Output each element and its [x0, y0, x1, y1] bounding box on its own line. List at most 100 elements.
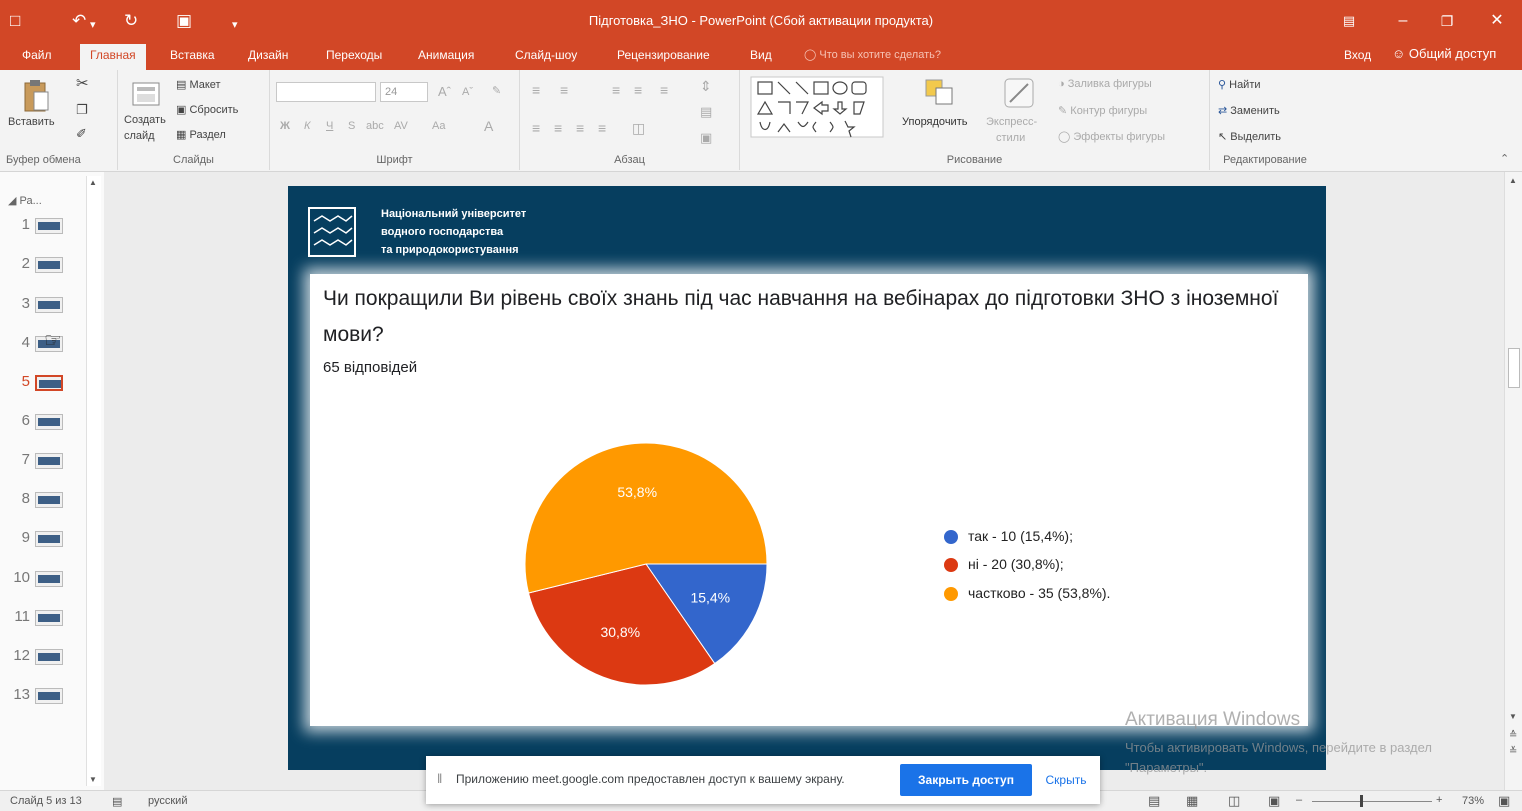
find-button[interactable]: ⚲ Найти — [1218, 78, 1261, 91]
bullets-icon[interactable]: ≡ — [532, 82, 540, 98]
tab-view[interactable]: Вид — [750, 48, 772, 62]
scroll-down-icon[interactable]: ▼ — [1509, 712, 1517, 721]
underline-icon[interactable]: Ч — [326, 120, 333, 132]
survey-card: Чи покращили Ви рівень своїх знань під ч… — [310, 274, 1308, 726]
strikethrough-icon[interactable]: abc — [366, 120, 384, 132]
scroll-up-icon[interactable]: ▲ — [1509, 176, 1517, 185]
zoom-level[interactable]: 73% — [1462, 795, 1484, 807]
language-indicator[interactable]: русский — [148, 795, 187, 807]
stop-sharing-button[interactable]: Закрыть доступ — [900, 764, 1032, 796]
decrease-indent-icon[interactable]: ≡ — [612, 82, 620, 98]
ribbon-display-icon[interactable]: ▤ — [1334, 10, 1364, 32]
shadow-icon[interactable]: S — [348, 120, 355, 132]
slide-thumbnail-11[interactable]: 11 — [10, 606, 70, 630]
slides-group: Создать слайд ▤ Макет ▣ Сбросить ▦ Разде… — [118, 70, 270, 170]
format-painter-icon[interactable]: ✐ — [76, 126, 87, 142]
align-left-icon[interactable]: ≡ — [532, 120, 540, 136]
share-button[interactable]: ☺ Общий доступ — [1392, 46, 1496, 61]
slide-thumbnail-7[interactable]: 7 — [10, 449, 70, 473]
font-size-combo[interactable]: 24 — [380, 82, 428, 102]
tab-design[interactable]: Дизайн — [248, 48, 288, 62]
smartart-icon[interactable]: ▣ — [700, 130, 712, 146]
slide-thumbnail-6[interactable]: 6 — [10, 410, 70, 434]
spacing-icon[interactable]: AV — [394, 120, 408, 132]
tab-home[interactable]: Главная — [80, 44, 146, 70]
numbering-icon[interactable]: ≡ — [560, 82, 568, 98]
restore-icon[interactable]: ❐ — [1432, 10, 1462, 32]
scroll-up-icon[interactable]: ▲ — [89, 178, 97, 187]
slide-thumbnail-1[interactable]: 1 — [10, 214, 70, 238]
slide-thumbnail-3[interactable]: 3 — [10, 293, 70, 317]
slide-sorter-icon[interactable]: ▦ — [1186, 793, 1198, 809]
zoom-slider[interactable] — [1312, 795, 1432, 807]
shrink-font-icon[interactable]: Aˇ — [462, 86, 473, 98]
tab-slideshow[interactable]: Слайд-шоу — [515, 48, 577, 62]
slide-thumbnail-5[interactable]: 5 — [10, 371, 70, 395]
slide[interactable]: Національний університет водного господа… — [288, 186, 1326, 770]
tab-file[interactable]: Файл — [22, 48, 52, 62]
editor-scrollbar[interactable]: ▲ ▼ ≙ ≚ — [1504, 172, 1522, 790]
scroll-thumb[interactable] — [1508, 348, 1520, 388]
font-name-combo[interactable] — [276, 82, 376, 102]
align-text-icon[interactable]: ▤ — [700, 104, 712, 120]
zoom-out-icon[interactable]: – — [1296, 794, 1302, 806]
align-right-icon[interactable]: ≡ — [576, 120, 584, 136]
section-header[interactable]: ◢ Ра... — [8, 194, 42, 207]
copy-icon[interactable]: ❐ — [76, 102, 88, 118]
slide-thumbnail-2[interactable]: 2 — [10, 253, 70, 277]
shapes-gallery[interactable] — [750, 76, 886, 138]
reading-view-icon[interactable]: ◫ — [1228, 793, 1240, 809]
shape-outline-button[interactable]: ✎ Контур фигуры — [1058, 104, 1147, 117]
normal-view-icon[interactable]: ▤ — [1148, 793, 1160, 809]
tab-transitions[interactable]: Переходы — [326, 48, 382, 62]
case-icon[interactable]: Aa — [432, 120, 445, 132]
font-group-label: Шрифт — [376, 154, 413, 166]
scroll-down-icon[interactable]: ▼ — [89, 775, 97, 784]
section-button[interactable]: ▦ Раздел — [176, 128, 226, 141]
align-center-icon[interactable]: ≡ — [554, 120, 562, 136]
slide-thumbnail-12[interactable]: 12 — [10, 645, 70, 669]
thumbnail-scrollbar[interactable]: ▲ ▼ — [86, 176, 101, 786]
bold-icon[interactable]: Ж — [280, 120, 290, 132]
slide-thumbnail-9[interactable]: 9 — [10, 527, 70, 551]
slide-thumbnail-13[interactable]: 13 — [10, 684, 70, 708]
tab-insert[interactable]: Вставка — [170, 48, 215, 62]
layout-button[interactable]: ▤ Макет — [176, 78, 221, 91]
slide-number: 1 — [21, 216, 30, 233]
hide-button[interactable]: Скрыть — [1038, 764, 1094, 796]
zoom-slider-thumb[interactable] — [1360, 795, 1363, 807]
minimize-icon[interactable]: – — [1388, 10, 1418, 32]
justify-icon[interactable]: ≡ — [598, 120, 606, 136]
select-button[interactable]: ↖ Выделить — [1218, 130, 1281, 143]
collapse-ribbon-icon[interactable]: ⌃ — [1500, 152, 1509, 165]
font-color-icon[interactable]: A — [484, 118, 493, 134]
line-spacing-icon[interactable]: ≡ — [660, 82, 668, 98]
close-icon[interactable]: ✕ — [1482, 10, 1512, 32]
grow-font-icon[interactable]: Aˆ — [438, 84, 451, 99]
clear-format-icon[interactable]: ✎ — [492, 84, 501, 97]
shape-effects-button[interactable]: ◯ Эффекты фигуры — [1058, 130, 1165, 143]
sign-in-link[interactable]: Вход — [1344, 48, 1371, 62]
spellcheck-icon[interactable]: ▤ — [112, 795, 122, 808]
slide-number: 7 — [21, 451, 30, 468]
next-slide-icon[interactable]: ≚ — [1509, 746, 1517, 757]
slide-thumbnail-8[interactable]: 8 — [10, 488, 70, 512]
zoom-in-icon[interactable]: + — [1436, 794, 1442, 806]
text-direction-icon[interactable]: ⇕ — [700, 78, 712, 95]
fit-to-window-icon[interactable]: ▣ — [1498, 793, 1510, 809]
columns-icon[interactable]: ◫ — [632, 120, 645, 137]
lightbulb-icon: ◯ — [804, 49, 817, 61]
replace-button[interactable]: ⇄ Заменить — [1218, 104, 1280, 117]
increase-indent-icon[interactable]: ≡ — [634, 82, 642, 98]
italic-icon[interactable]: К — [304, 120, 310, 132]
slide-thumbnail-10[interactable]: 10 — [10, 567, 70, 591]
tell-me-box[interactable]: ◯ Что вы хотите сделать? — [804, 48, 941, 61]
shape-fill-button[interactable]: ◑ Заливка фигуры — [1058, 78, 1152, 90]
reset-button[interactable]: ▣ Сбросить — [176, 103, 238, 116]
tab-animation[interactable]: Анимация — [418, 48, 474, 62]
slideshow-view-icon[interactable]: ▣ — [1268, 793, 1280, 809]
previous-slide-icon[interactable]: ≙ — [1509, 730, 1517, 741]
drag-handle-icon[interactable]: ‖ — [437, 771, 442, 786]
cut-icon[interactable]: ✂ — [76, 74, 89, 92]
tab-review[interactable]: Рецензирование — [617, 48, 710, 62]
